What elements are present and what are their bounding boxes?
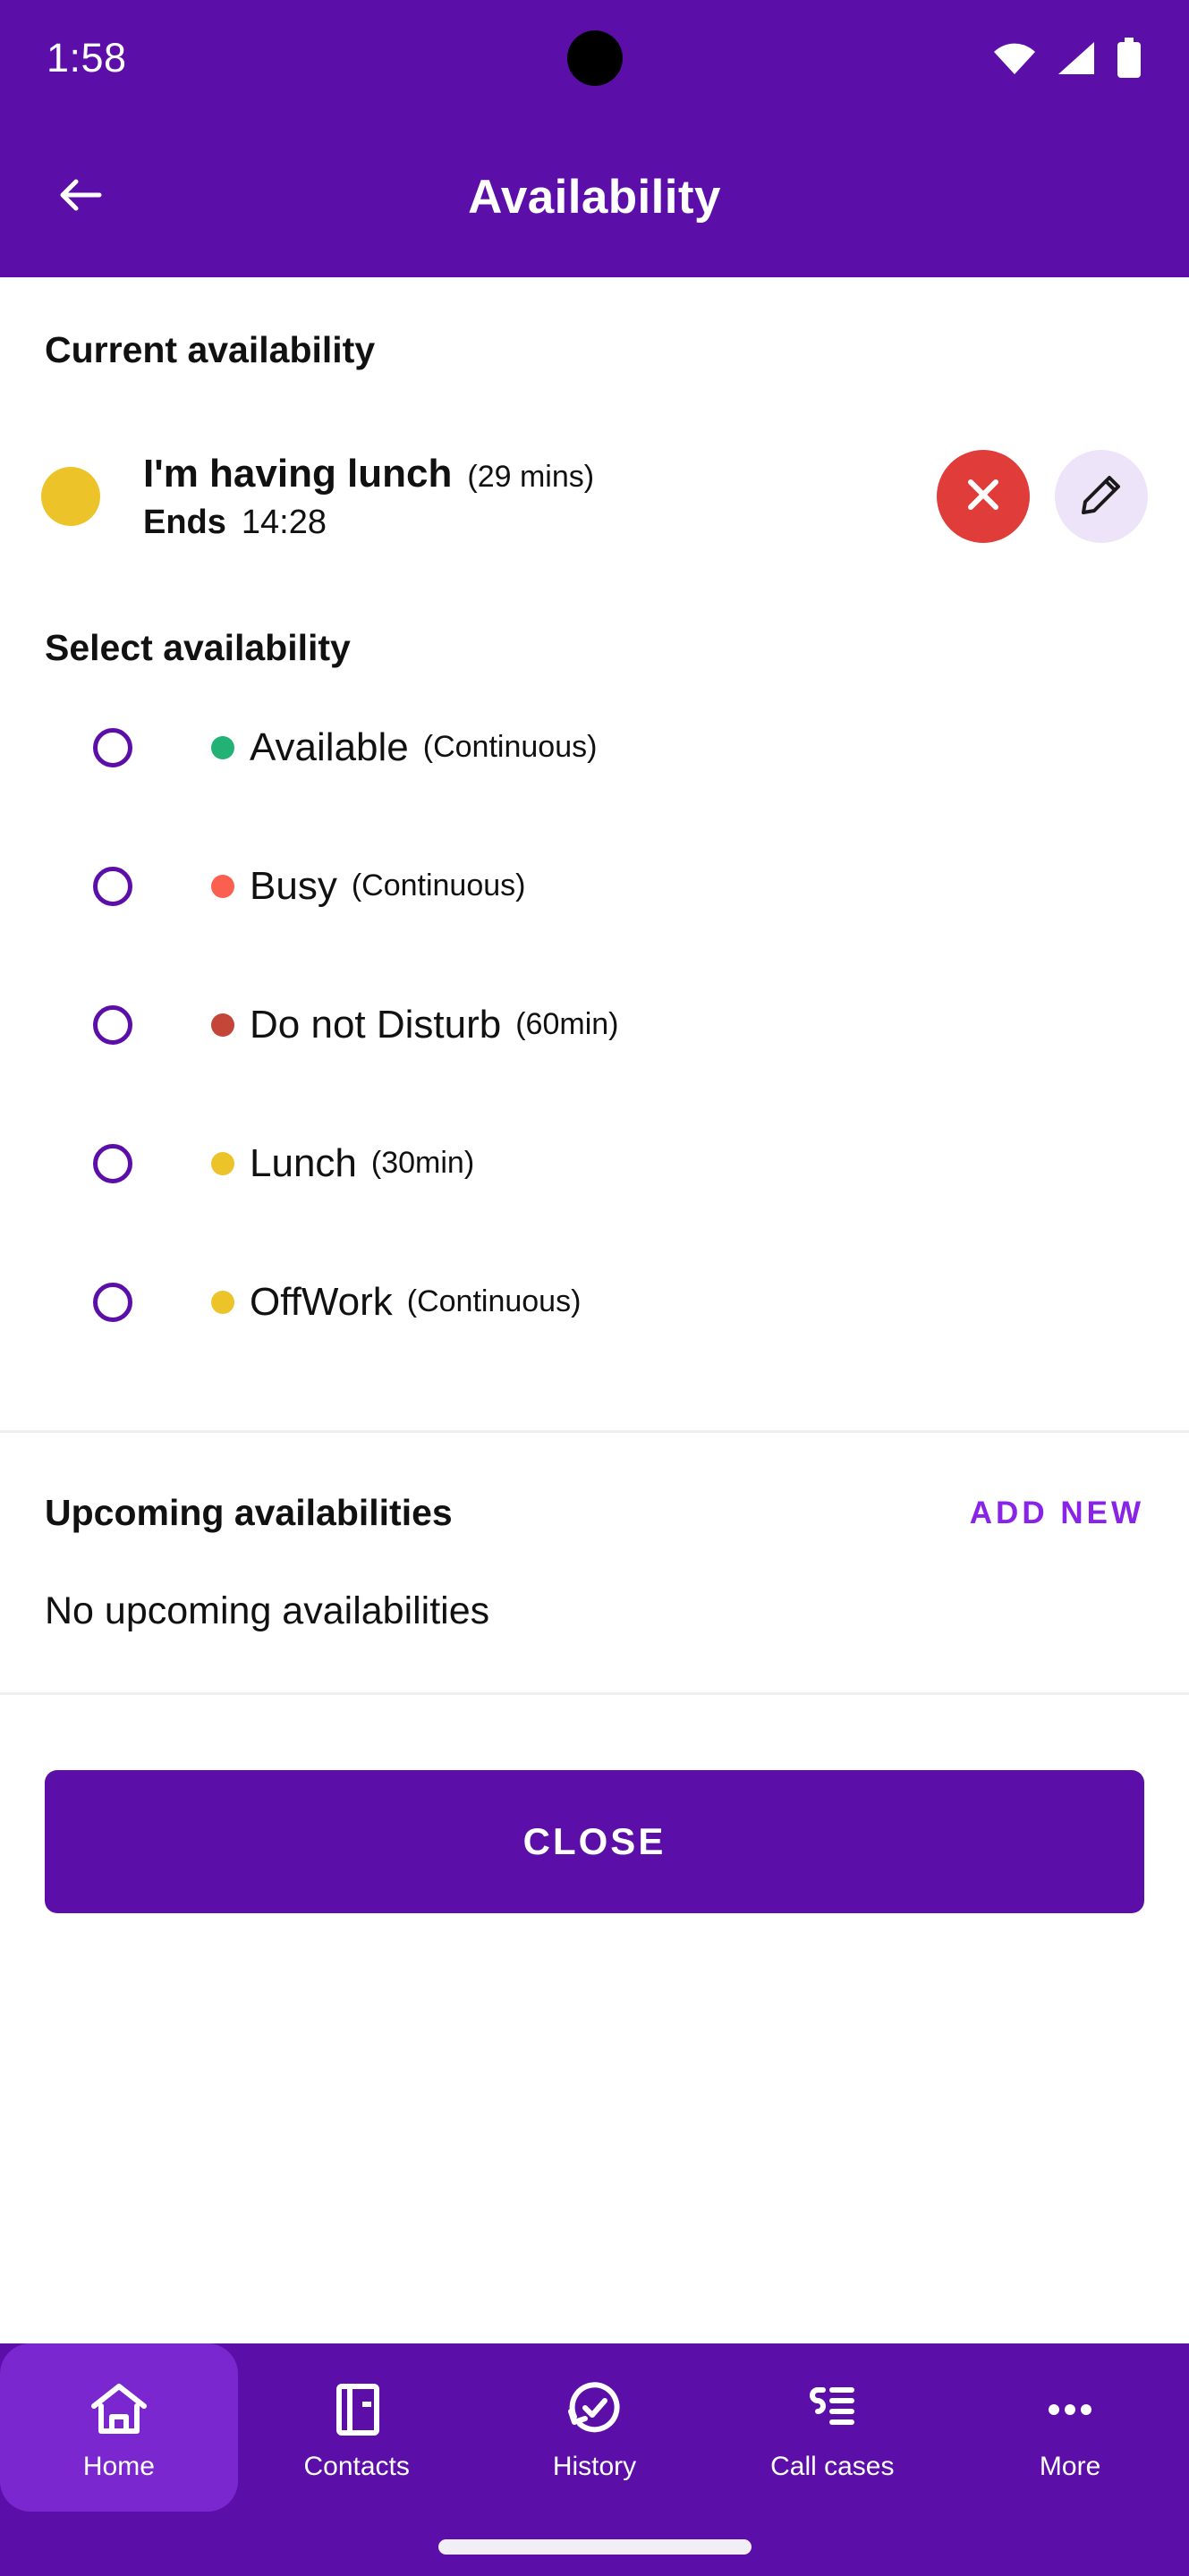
close-x-icon [963, 474, 1004, 520]
status-icons [992, 38, 1142, 79]
option-duration: (60min) [515, 1007, 619, 1041]
current-availability-heading: Current availability [45, 329, 376, 370]
current-ends-label: Ends [143, 503, 226, 541]
current-status-dot [41, 467, 100, 526]
radio-button[interactable] [93, 1282, 132, 1322]
wifi-icon [992, 40, 1037, 76]
bottom-navigation: Home Contacts History Call cases More [0, 2343, 1189, 2576]
status-color-dot [211, 1290, 234, 1314]
status-color-dot [211, 1013, 234, 1037]
home-indicator [437, 2539, 752, 2555]
current-ends-time: 14:28 [241, 503, 327, 541]
upcoming-heading: Upcoming availabilities [45, 1492, 453, 1533]
option-label: OffWork [250, 1279, 393, 1324]
section-divider [0, 1430, 1189, 1433]
radio-button[interactable] [93, 727, 132, 767]
availability-option-available[interactable]: Available (Continuous) [0, 678, 1189, 817]
pencil-edit-icon [1079, 472, 1124, 521]
nav-item-contacts[interactable]: Contacts [238, 2343, 476, 2512]
battery-icon [1116, 38, 1142, 79]
nav-label: Call cases [770, 2452, 895, 2481]
current-availability-name: I'm having lunch [143, 451, 453, 496]
upcoming-header: Upcoming availabilities ADD NEW [0, 1492, 1189, 1534]
nav-label: More [1039, 2452, 1101, 2481]
radio-button[interactable] [93, 1143, 132, 1183]
status-color-dot [211, 874, 234, 898]
close-button-wrapper: CLOSE [0, 1770, 1189, 1913]
nav-label: Home [82, 2452, 155, 2481]
nav-label: Contacts [303, 2452, 410, 2481]
back-button[interactable] [27, 143, 134, 250]
contacts-icon [325, 2373, 389, 2446]
camera-punch-hole [566, 30, 623, 86]
nav-item-history[interactable]: History [476, 2343, 714, 2512]
option-duration: (Continuous) [422, 730, 598, 764]
option-duration: (Continuous) [351, 869, 526, 902]
availability-option-offwork[interactable]: OffWork (Continuous) [0, 1233, 1189, 1371]
main-content: Current availability I'm having lunch (2… [0, 277, 1189, 2343]
status-color-dot [211, 735, 234, 759]
page-title: Availability [468, 170, 721, 224]
status-color-dot [211, 1151, 234, 1175]
nav-item-home[interactable]: Home [0, 2343, 238, 2512]
call-cases-icon [800, 2373, 864, 2446]
nav-label: History [552, 2452, 637, 2481]
availability-option-busy[interactable]: Busy (Continuous) [0, 817, 1189, 955]
nav-item-more[interactable]: More [951, 2343, 1189, 2512]
select-availability-heading: Select availability [45, 627, 351, 668]
current-availability-duration: (29 mins) [467, 459, 595, 494]
home-icon [87, 2373, 151, 2446]
more-dots-icon [1038, 2373, 1102, 2446]
close-button[interactable]: CLOSE [45, 1770, 1144, 1913]
add-new-button[interactable]: ADD NEW [970, 1496, 1144, 1531]
section-divider-bottom [0, 1692, 1189, 1695]
history-icon [562, 2373, 626, 2446]
radio-button[interactable] [93, 1004, 132, 1045]
availability-options-list: Available (Continuous) Busy (Continuous)… [0, 678, 1189, 1371]
status-bar: 1:58 [0, 0, 1189, 116]
option-label: Busy [250, 863, 337, 908]
upcoming-empty-text: No upcoming availabilities [45, 1589, 490, 1632]
back-arrow-icon [53, 167, 108, 227]
status-clock: 1:58 [47, 35, 127, 80]
option-label: Do not Disturb [250, 1002, 502, 1046]
cancel-availability-button[interactable] [937, 450, 1030, 543]
availability-option-lunch[interactable]: Lunch (30min) [0, 1094, 1189, 1233]
app-bar: Availability [0, 116, 1189, 277]
nav-item-call-cases[interactable]: Call cases [713, 2343, 951, 2512]
option-duration: (30min) [370, 1146, 475, 1180]
option-label: Available [250, 724, 409, 769]
signal-icon [1057, 40, 1096, 76]
edit-availability-button[interactable] [1055, 450, 1148, 543]
current-availability-row: I'm having lunch (29 mins) Ends 14:28 [0, 434, 1189, 559]
current-availability-info: I'm having lunch (29 mins) Ends 14:28 [143, 452, 937, 542]
option-duration: (Continuous) [406, 1284, 582, 1318]
radio-button[interactable] [93, 866, 132, 906]
option-label: Lunch [250, 1140, 357, 1185]
availability-option-do-not-disturb[interactable]: Do not Disturb (60min) [0, 955, 1189, 1094]
